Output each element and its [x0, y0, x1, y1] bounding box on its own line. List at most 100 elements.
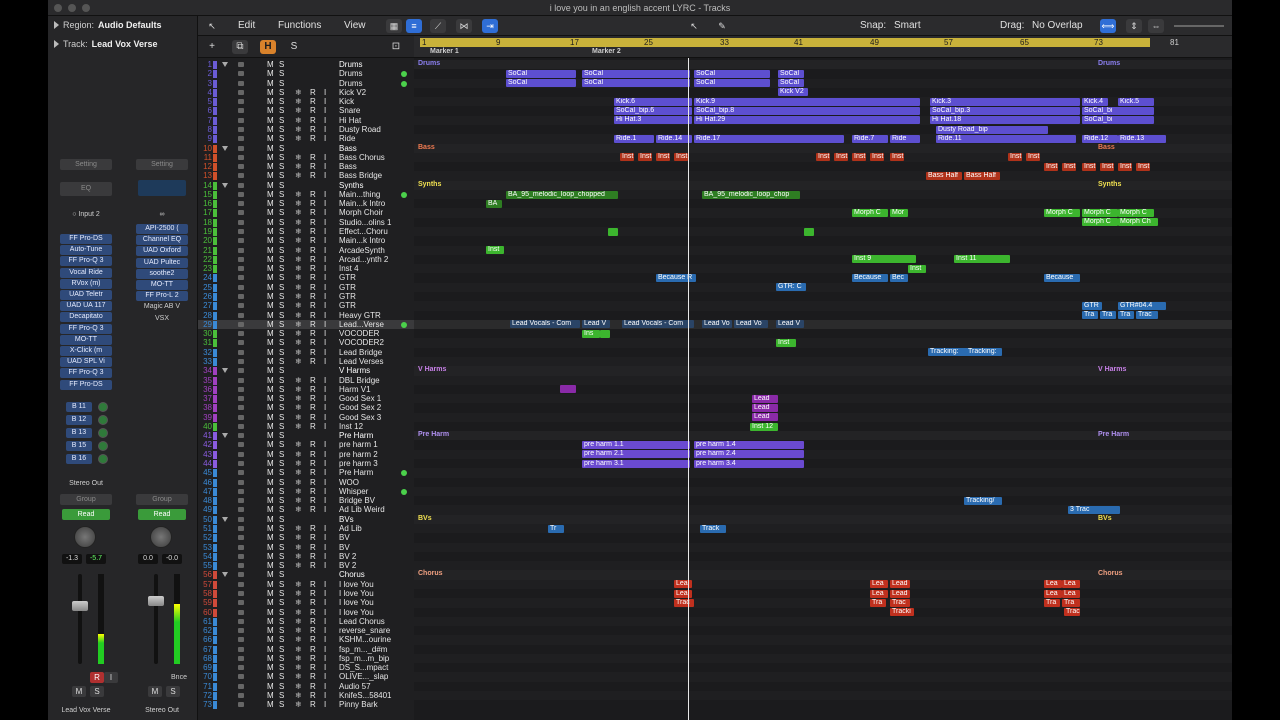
mute-button[interactable]: M — [267, 570, 274, 579]
record-enable-button[interactable]: R — [310, 190, 316, 199]
record-enable-button[interactable]: R — [310, 440, 316, 449]
region[interactable]: SoCal — [694, 79, 770, 88]
region[interactable]: pre harm 1.1 — [582, 441, 690, 450]
freeze-icon[interactable]: ❄ — [295, 125, 302, 134]
track-header[interactable]: 4 M S ❄ R I Kick V2 — [198, 88, 414, 97]
mute-button[interactable]: M — [267, 190, 274, 199]
solo-button[interactable]: S — [279, 348, 284, 357]
track-header[interactable]: 6 M S ❄ R I Snare — [198, 106, 414, 116]
track-lane[interactable] — [414, 385, 1232, 394]
record-enable-button[interactable]: R — [310, 357, 316, 366]
input-monitor-button[interactable]: I — [324, 403, 326, 412]
record-enable-button[interactable]: R — [310, 691, 316, 700]
track-header[interactable]: 56 M S Chorus — [198, 570, 414, 580]
record-enable-button[interactable]: R — [310, 561, 316, 570]
region[interactable]: Morph C — [1082, 218, 1118, 227]
freeze-icon[interactable]: ❄ — [295, 422, 302, 431]
freeze-icon[interactable]: ❄ — [295, 663, 302, 672]
record-enable-button[interactable]: R — [310, 162, 316, 171]
input-monitor-button[interactable]: I — [324, 682, 326, 691]
region[interactable]: Tra — [870, 598, 886, 607]
record-enable-button[interactable]: R — [310, 106, 316, 115]
mute-button[interactable]: M — [267, 153, 274, 162]
mute-button[interactable]: M — [267, 496, 274, 505]
track-header[interactable]: 50 M S BVs — [198, 515, 414, 524]
freeze-icon[interactable]: ❄ — [295, 672, 302, 681]
global-solo-button[interactable]: S — [286, 40, 302, 54]
region[interactable]: Lea — [1062, 580, 1080, 589]
solo-button[interactable]: S — [279, 394, 284, 403]
freeze-icon[interactable]: ❄ — [295, 440, 302, 449]
mute-button[interactable]: M — [267, 246, 274, 255]
record-enable-button[interactable]: R — [310, 682, 316, 691]
solo-button[interactable]: S — [279, 626, 284, 635]
track-name[interactable]: VOCODER2 — [339, 338, 409, 347]
solo-button[interactable]: S — [279, 617, 284, 626]
freeze-icon[interactable]: ❄ — [295, 348, 302, 357]
folder-disclosure-icon[interactable] — [222, 182, 228, 188]
plugin-slot[interactable]: FF Pro-Q 3 — [60, 368, 112, 379]
mute-button[interactable]: M — [267, 682, 274, 691]
freeze-icon[interactable]: ❄ — [295, 236, 302, 245]
track-lane[interactable] — [414, 329, 1232, 338]
track-on-indicator[interactable] — [401, 80, 407, 87]
freeze-icon[interactable]: ❄ — [295, 468, 302, 477]
automation-mode-button[interactable]: Read — [62, 509, 110, 520]
track-name[interactable]: Kick V2 — [339, 88, 409, 97]
freeze-icon[interactable]: ❄ — [295, 450, 302, 459]
record-enable-button[interactable]: R — [310, 255, 316, 264]
track-name[interactable]: Ad Lib Weird — [339, 505, 409, 514]
region[interactable]: Ride.12 — [1082, 134, 1118, 143]
track-lane[interactable] — [414, 394, 1232, 403]
track-name[interactable]: Good Sex 3 — [339, 413, 409, 422]
region[interactable]: Kick.4 — [1082, 97, 1108, 106]
track-header[interactable]: 30 M S ❄ R I VOCODER — [198, 329, 414, 339]
solo-button[interactable]: S — [279, 645, 284, 654]
region[interactable]: Kick V2 — [778, 88, 808, 97]
duplicate-track-icon[interactable]: ⧉ — [232, 40, 248, 54]
mute-button[interactable]: M — [267, 60, 274, 69]
track-lane[interactable] — [414, 533, 1232, 542]
mute-button[interactable]: M — [267, 505, 274, 514]
region[interactable]: Lea — [1044, 589, 1062, 598]
input-monitor-button[interactable]: I — [324, 505, 326, 514]
input-monitor-button[interactable]: I — [324, 552, 326, 561]
mute-button[interactable]: M — [267, 635, 274, 644]
eq-button[interactable]: EQ — [60, 182, 112, 196]
region[interactable]: Inst — [620, 153, 634, 162]
solo-button[interactable]: S — [166, 686, 180, 697]
track-header[interactable]: 21 M S ❄ R I ArcadeSynth — [198, 246, 414, 255]
track-lane[interactable] — [414, 246, 1232, 255]
track-header[interactable]: 46 M S ❄ R I WOO — [198, 478, 414, 487]
input-monitor-button[interactable]: I — [324, 617, 326, 626]
region[interactable]: Hi Hat.29 — [694, 116, 920, 125]
plugin-slot[interactable]: UAD Pultec — [136, 257, 188, 268]
track-name[interactable]: Main...k Intro — [339, 199, 409, 208]
solo-button[interactable]: S — [279, 264, 284, 273]
region[interactable]: Kick.5 — [1118, 97, 1154, 106]
eq-thumbnail[interactable] — [138, 180, 186, 196]
track-name[interactable]: Drums — [339, 60, 409, 69]
plugin-slot[interactable]: Channel EQ — [136, 235, 188, 246]
plugin-slot[interactable]: FF Pro-Q 3 — [60, 323, 112, 334]
freeze-icon[interactable]: ❄ — [295, 459, 302, 468]
track-header[interactable]: 27 M S ❄ R I GTR — [198, 301, 414, 311]
plugin-slot[interactable]: Vocal Ride — [60, 267, 112, 278]
mute-button[interactable]: M — [267, 79, 274, 88]
record-enable-button[interactable]: R — [310, 645, 316, 654]
track-lane[interactable] — [414, 413, 1232, 422]
region[interactable]: Lead Vocals - Com — [622, 320, 694, 329]
link-icon[interactable]: ∞ — [136, 211, 188, 218]
folder-disclosure-icon[interactable] — [222, 368, 228, 374]
record-enable-button[interactable]: R — [310, 348, 316, 357]
drag-dropdown[interactable]: No Overlap — [1032, 19, 1092, 33]
region[interactable]: Lead Vo — [702, 320, 732, 329]
track-header[interactable]: 45 M S ❄ R I Pre Harm — [198, 468, 414, 478]
track-header[interactable]: 68 M S ❄ R Ifsp_m...m_bip — [198, 654, 414, 663]
track-name[interactable]: BV 2 — [339, 552, 409, 561]
vertical-zoom-icon[interactable]: ⇕ — [1126, 19, 1142, 33]
track-name[interactable]: I love You — [339, 580, 409, 589]
send-slot[interactable]: B 15 — [66, 441, 92, 451]
track-name[interactable]: pre harm 3 — [339, 459, 409, 468]
region[interactable]: Tr — [548, 524, 564, 533]
